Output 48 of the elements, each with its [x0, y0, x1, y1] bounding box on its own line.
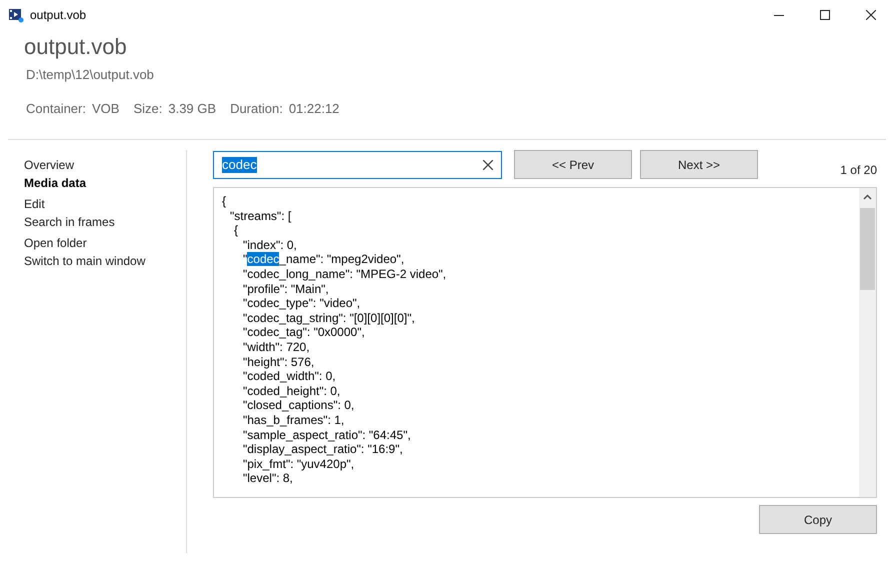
file-title: output.vob — [24, 33, 128, 61]
code-line: "closed_captions": 0, — [242, 398, 356, 413]
code-line: "display_aspect_ratio": "16:9", — [242, 442, 404, 457]
close-icon — [866, 10, 876, 20]
scroll-up-icon[interactable] — [863, 194, 872, 200]
prev-button[interactable]: << Prev — [514, 150, 632, 179]
code-line: { — [222, 194, 228, 209]
code-line: "codec_tag": "0x0000", — [242, 325, 366, 340]
scrollbar[interactable] — [859, 188, 876, 497]
scroll-thumb[interactable] — [860, 208, 875, 290]
sidebar-item[interactable]: Switch to main window — [24, 252, 186, 270]
file-path: D:\temp\12\output.vob — [26, 66, 155, 84]
video-file-icon — [8, 7, 24, 23]
info-value: VOB — [92, 100, 120, 118]
sidebar-item[interactable]: Media data — [24, 174, 186, 192]
code-line: { — [233, 223, 240, 238]
sidebar-item[interactable]: Overview — [24, 156, 186, 174]
code-line: "level": 8, — [242, 471, 294, 486]
clear-icon[interactable] — [483, 160, 493, 170]
code-line: "index": 0, — [242, 238, 298, 252]
code-line: "profile": "Main", — [242, 282, 330, 296]
code-line: "pix_fmt": "yuv420p", — [242, 456, 356, 472]
code-line: "width": 720, — [242, 340, 311, 355]
sidebar-item[interactable]: Search in frames — [24, 213, 186, 231]
search-text: codec — [222, 157, 257, 173]
info-value: 01:22:12 — [288, 100, 340, 118]
code-line: "codec_type": "video", — [242, 296, 362, 311]
code-line: "codec_tag_string": "[0][0][0][0]", — [242, 310, 416, 326]
next-button[interactable]: Next >> — [640, 150, 758, 179]
code-line: "height": 576, — [242, 354, 316, 370]
code-line: "streams": [ — [229, 208, 292, 224]
code-line: "coded_height": 0, — [242, 384, 342, 398]
code-line: "sample_aspect_ratio": "64:45", — [242, 428, 412, 442]
sidebar-item[interactable]: Open folder — [24, 234, 186, 252]
code-line: "has_b_frames": 1, — [242, 412, 346, 428]
sidebar-item[interactable]: Edit — [24, 195, 186, 213]
window-title: output.vob — [30, 7, 86, 24]
code-line: "codec_long_name": "MPEG-2 video", — [242, 266, 448, 282]
info-value: 3.39 GB — [168, 100, 216, 118]
match-count: 1 of 20 — [840, 162, 877, 179]
copy-button[interactable]: Copy — [759, 505, 877, 534]
info-label: Container: — [26, 100, 86, 118]
info-label: Size: — [133, 100, 162, 118]
info-label: Duration: — [230, 100, 283, 118]
code-line: "coded_width": 0, — [242, 369, 337, 384]
search-field[interactable]: codec — [213, 151, 502, 179]
code-line: "codec_name": "mpeg2video", — [242, 252, 406, 267]
maximize-icon — [820, 10, 830, 20]
